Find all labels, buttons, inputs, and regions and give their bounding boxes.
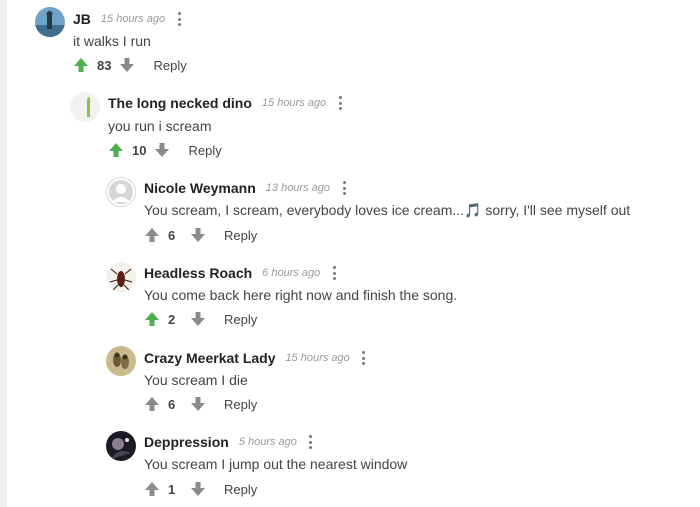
more-options-icon[interactable] — [342, 181, 346, 195]
reply-button[interactable]: Reply — [224, 312, 257, 327]
upvote-icon[interactable] — [144, 227, 160, 243]
avatar-headless-roach[interactable] — [106, 262, 136, 292]
comment-text: You scream, I scream, everybody loves ic… — [144, 202, 631, 218]
comment-timestamp[interactable]: 6 hours ago — [262, 267, 320, 279]
vote-score: 6 — [168, 227, 176, 243]
comment-text: it walks I run — [73, 33, 151, 49]
more-options-icon[interactable] — [332, 266, 336, 280]
reply-button[interactable]: Reply — [224, 228, 257, 243]
reply-button[interactable]: Reply — [153, 58, 186, 73]
comment-author[interactable]: Headless Roach — [144, 265, 252, 281]
comment-author[interactable]: Crazy Meerkat Lady — [144, 350, 276, 366]
upvote-icon[interactable] — [144, 311, 160, 327]
more-options-icon[interactable] — [362, 351, 366, 365]
avatar-jb[interactable] — [35, 7, 65, 37]
comment-text: You scream I jump out the nearest window — [144, 456, 408, 472]
downvote-icon[interactable] — [190, 396, 206, 412]
vote-score: 10 — [132, 142, 147, 158]
comment-author[interactable]: Deppression — [144, 434, 229, 450]
downvote-icon[interactable] — [190, 227, 206, 243]
avatar-deppression[interactable] — [106, 431, 136, 461]
more-options-icon[interactable] — [309, 435, 313, 449]
reply-button[interactable]: Reply — [224, 397, 257, 412]
comment-timestamp[interactable]: 15 hours ago — [262, 97, 326, 109]
comment-timestamp[interactable]: 15 hours ago — [101, 13, 165, 25]
reply-button[interactable]: Reply — [224, 482, 257, 497]
vote-score: 83 — [97, 57, 112, 73]
upvote-icon[interactable] — [144, 396, 160, 412]
thread-indent-rule — [0, 0, 7, 507]
more-options-icon[interactable] — [338, 96, 342, 110]
upvote-icon[interactable] — [144, 481, 160, 497]
vote-score: 2 — [168, 311, 176, 327]
comment-text: you run i scream — [108, 118, 212, 134]
downvote-icon[interactable] — [190, 311, 206, 327]
downvote-icon[interactable] — [154, 142, 170, 158]
reply-button[interactable]: Reply — [188, 143, 221, 158]
downvote-icon[interactable] — [119, 57, 135, 73]
vote-score: 6 — [168, 396, 176, 412]
comment-timestamp[interactable]: 15 hours ago — [286, 352, 350, 364]
comment-timestamp[interactable]: 13 hours ago — [266, 182, 330, 194]
comment-text: You come back here right now and finish … — [144, 287, 458, 303]
comment-text: You scream I die — [144, 372, 248, 388]
comment-author[interactable]: The long necked dino — [108, 95, 252, 111]
avatar-nicole-weymann[interactable] — [106, 177, 136, 207]
upvote-icon[interactable] — [108, 142, 124, 158]
upvote-icon[interactable] — [73, 57, 89, 73]
comment-timestamp[interactable]: 5 hours ago — [239, 436, 297, 448]
avatar-the-long-necked-dino[interactable] — [70, 92, 100, 122]
more-options-icon[interactable] — [177, 12, 181, 26]
avatar-crazy-meerkat-lady[interactable] — [106, 346, 136, 376]
comment-author[interactable]: JB — [73, 11, 91, 27]
downvote-icon[interactable] — [190, 481, 206, 497]
vote-score: 1 — [168, 481, 176, 497]
comment-author[interactable]: Nicole Weymann — [144, 180, 256, 196]
